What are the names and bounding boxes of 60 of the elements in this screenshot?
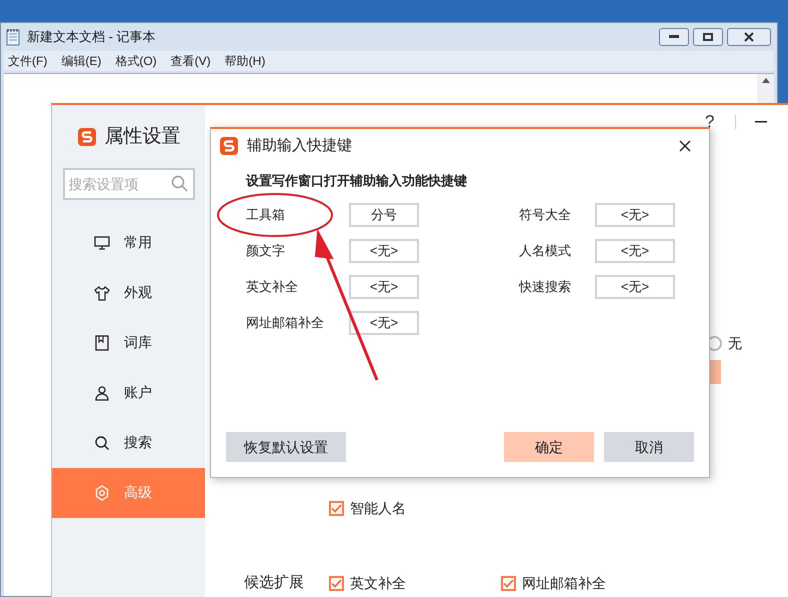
person-icon bbox=[94, 384, 110, 400]
monitor-icon bbox=[94, 234, 110, 250]
reset-button[interactable]: 恢复默认设置 bbox=[226, 432, 346, 462]
radio-label: 无 bbox=[728, 334, 742, 353]
ok-button[interactable]: 确定 bbox=[504, 432, 594, 462]
shortcut-label: 快速搜索 bbox=[519, 278, 572, 296]
dialog-title: 辅助输入快捷键 bbox=[247, 136, 352, 156]
sidebar-item[interactable]: 外观 bbox=[52, 268, 205, 318]
shortcut-key-field[interactable]: <无> bbox=[349, 310, 419, 334]
checkbox[interactable] bbox=[329, 501, 344, 516]
checkbox-label: 智能人名 bbox=[350, 499, 406, 518]
shortcut-key-field[interactable]: 分号 bbox=[349, 202, 419, 226]
shortcut-label: 颜文字 bbox=[246, 242, 286, 260]
settings-title: 属性设置 bbox=[104, 125, 180, 149]
logo-icon bbox=[219, 136, 239, 156]
notepad-icon bbox=[5, 28, 21, 46]
section-label: 候选扩展 bbox=[244, 573, 305, 593]
menu-item[interactable]: 编辑(E) bbox=[61, 52, 102, 70]
shortcut-label: 人名模式 bbox=[519, 242, 572, 260]
shortcut-key-field[interactable]: <无> bbox=[595, 202, 675, 226]
shortcut-label: 英文补全 bbox=[246, 278, 299, 296]
checkbox[interactable] bbox=[501, 576, 516, 591]
sidebar-item[interactable]: 账户 bbox=[52, 368, 205, 418]
window-title: 新建文本文档 - 记事本 bbox=[27, 28, 156, 46]
close-button[interactable] bbox=[727, 28, 771, 46]
sidebar-item[interactable]: 常用 bbox=[52, 218, 205, 268]
sidebar-item[interactable]: 搜索 bbox=[52, 418, 205, 468]
menu-item[interactable]: 格式(O) bbox=[115, 52, 157, 70]
menu-item[interactable]: 帮助(H) bbox=[224, 52, 266, 70]
book-icon bbox=[94, 334, 110, 350]
shortcut-label: 工具箱 bbox=[246, 206, 286, 224]
minimize-button[interactable] bbox=[659, 28, 689, 46]
shortcut-label: 网址邮箱补全 bbox=[246, 314, 325, 332]
minimize-icon[interactable] bbox=[755, 121, 767, 123]
checkbox-label: 网址邮箱补全 bbox=[522, 574, 606, 593]
maximize-icon bbox=[703, 33, 713, 41]
shortcut-key-field[interactable]: <无> bbox=[349, 238, 419, 262]
cancel-button[interactable]: 取消 bbox=[604, 432, 694, 462]
menu-item[interactable]: 文件(F) bbox=[8, 52, 48, 70]
logo-icon bbox=[76, 127, 96, 148]
search-field[interactable]: 搜索设置项 bbox=[62, 168, 194, 200]
gear-icon bbox=[94, 484, 110, 500]
shortcut-key-field[interactable]: <无> bbox=[349, 274, 419, 298]
shortcut-key-field[interactable]: <无> bbox=[595, 274, 675, 298]
menu-item[interactable]: 查看(V) bbox=[170, 52, 211, 70]
close-icon[interactable] bbox=[679, 140, 691, 152]
dialog-subtitle: 设置写作窗口打开辅助输入功能快捷键 bbox=[246, 172, 468, 190]
scroll-up-icon bbox=[762, 78, 770, 83]
shirt-icon bbox=[94, 284, 110, 300]
scrollbar[interactable] bbox=[757, 74, 774, 105]
search-icon bbox=[94, 434, 110, 450]
search-icon bbox=[170, 174, 188, 192]
maximize-button[interactable] bbox=[693, 28, 723, 46]
sidebar-item[interactable]: 词库 bbox=[52, 318, 205, 368]
checkbox[interactable] bbox=[329, 576, 344, 591]
close-icon bbox=[743, 32, 755, 42]
shortcut-key-field[interactable]: <无> bbox=[595, 238, 675, 262]
minimize-icon bbox=[669, 35, 679, 39]
shortcut-label: 符号大全 bbox=[519, 206, 572, 224]
checkbox-label: 英文补全 bbox=[350, 574, 406, 593]
